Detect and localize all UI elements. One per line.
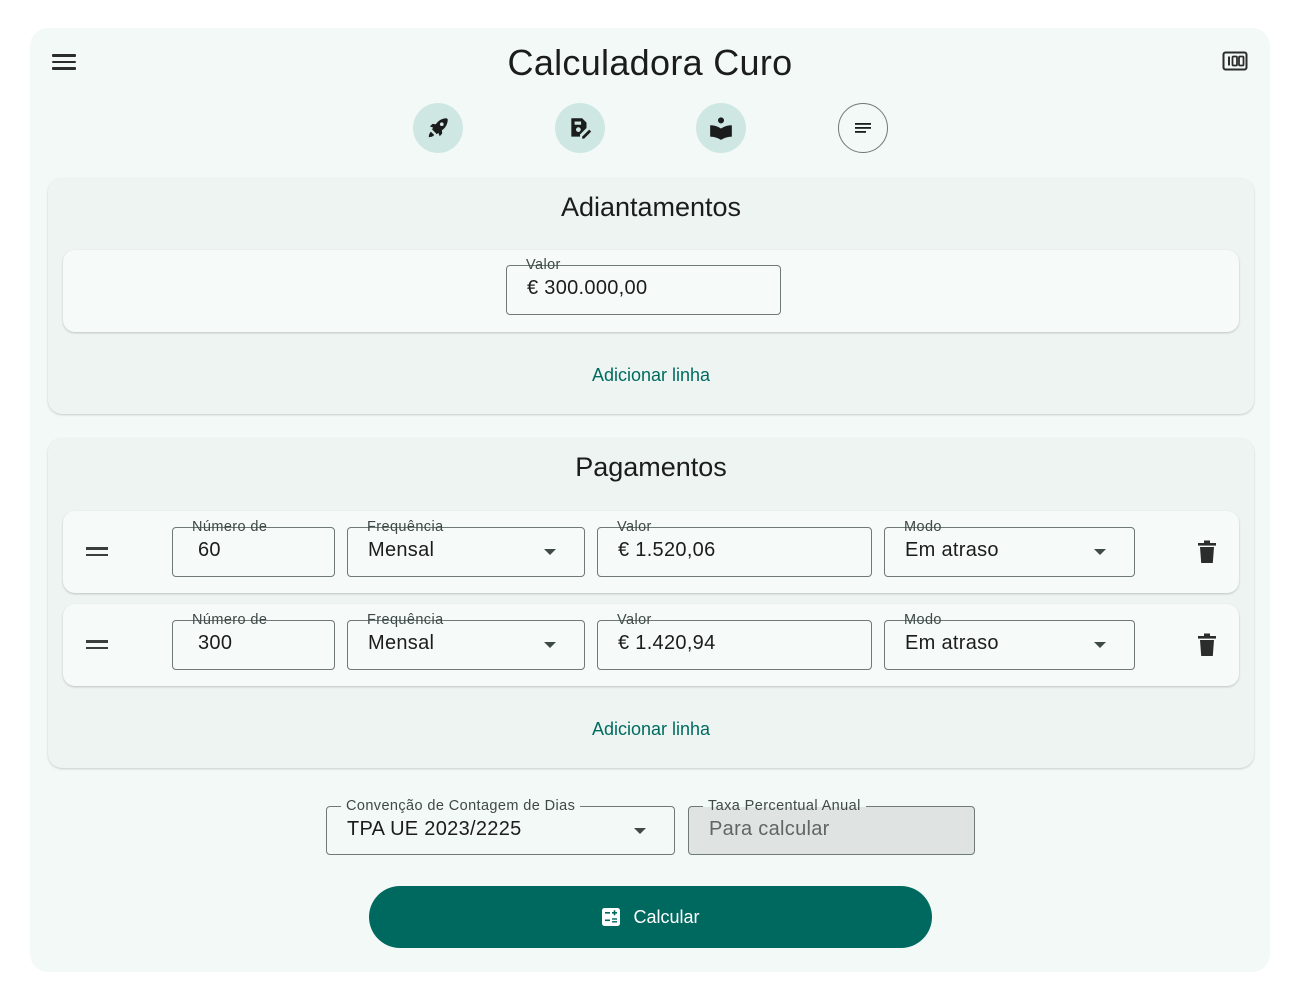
payment-mode: Em atraso xyxy=(905,632,999,654)
apr-value: Para calcular xyxy=(709,818,830,840)
advance-value-field[interactable]: Valor € 300.000,00 xyxy=(506,257,781,315)
payment-count: 60 xyxy=(198,539,221,561)
payment-count-field[interactable]: Número de 300 xyxy=(172,612,335,670)
rocket-icon[interactable] xyxy=(413,103,463,153)
chevron-down-icon xyxy=(1094,549,1106,555)
payment-count-field[interactable]: Número de 60 xyxy=(172,519,335,577)
payment-row: Número de 60 Frequência Mensal Valor € 1… xyxy=(63,511,1239,593)
delete-icon[interactable] xyxy=(1197,633,1217,657)
advances-title: Adiantamentos xyxy=(560,192,742,222)
day-count-label: Convenção de Contagem de Dias xyxy=(341,797,581,815)
calculate-label: Calcular xyxy=(633,906,700,927)
chevron-down-icon xyxy=(544,549,556,555)
advance-value: € 300.000,00 xyxy=(527,277,648,299)
counter-icon[interactable] xyxy=(1222,50,1248,72)
toolbar xyxy=(30,103,1270,155)
payment-mode-select[interactable]: Modo Em atraso xyxy=(884,612,1135,670)
day-count-select[interactable]: Convenção de Contagem de Dias TPA UE 202… xyxy=(326,797,675,855)
payments-title: Pagamentos xyxy=(575,452,727,482)
apr-field: Taxa Percentual Anual Para calcular xyxy=(688,797,975,855)
payment-value-field[interactable]: Valor € 1.520,06 xyxy=(597,519,872,577)
payment-mode-select[interactable]: Modo Em atraso xyxy=(884,519,1135,577)
delete-icon[interactable] xyxy=(1197,540,1217,564)
advances-card: Adiantamentos Valor € 300.000,00 Adicion… xyxy=(48,178,1254,414)
payment-value-field[interactable]: Valor € 1.420,94 xyxy=(597,612,872,670)
payment-value: € 1.420,94 xyxy=(618,632,716,654)
advance-row: Valor € 300.000,00 xyxy=(63,250,1239,332)
advances-add-line-link[interactable]: Adicionar linha xyxy=(48,365,1254,386)
chevron-down-icon xyxy=(634,828,646,834)
calculate-button[interactable]: Calcular xyxy=(369,886,932,948)
payment-count-label: Número de xyxy=(192,612,268,628)
payment-frequency-select[interactable]: Frequência Mensal xyxy=(347,612,585,670)
calculator-icon xyxy=(602,908,621,926)
advance-value-label: Valor xyxy=(526,257,561,273)
apr-label: Taxa Percentual Anual xyxy=(703,797,866,815)
payment-value: € 1.520,06 xyxy=(618,539,716,561)
payment-mode-label: Modo xyxy=(904,612,942,628)
reading-book-icon[interactable] xyxy=(696,103,746,153)
payment-count-label: Número de xyxy=(192,519,268,535)
payments-add-line-link[interactable]: Adicionar linha xyxy=(48,719,1254,740)
chevron-down-icon xyxy=(544,642,556,648)
payment-mode-label: Modo xyxy=(904,519,942,535)
payment-value-label: Valor xyxy=(617,519,652,535)
page-title: Calculadora Curo xyxy=(507,42,793,83)
drag-handle-icon[interactable] xyxy=(86,640,108,650)
day-count-value: TPA UE 2023/2225 xyxy=(347,818,522,840)
payment-row: Número de 300 Frequência Mensal Valor € … xyxy=(63,604,1239,686)
payment-frequency-label: Frequência xyxy=(367,612,444,628)
payment-frequency: Mensal xyxy=(368,539,435,561)
payment-value-label: Valor xyxy=(617,612,652,628)
payment-frequency: Mensal xyxy=(368,632,435,654)
payment-frequency-select[interactable]: Frequência Mensal xyxy=(347,519,585,577)
payment-frequency-label: Frequência xyxy=(367,519,444,535)
payment-mode: Em atraso xyxy=(905,539,999,561)
app-window: Calculadora Curo Adiantamentos Valor € 3… xyxy=(30,28,1270,972)
payments-card: Pagamentos Número de 60 Frequência Mensa… xyxy=(48,438,1254,768)
edit-document-icon[interactable] xyxy=(555,103,605,153)
chevron-down-icon xyxy=(1094,642,1106,648)
drag-handle-icon[interactable] xyxy=(86,547,108,557)
notes-icon[interactable] xyxy=(838,103,888,153)
payment-count: 300 xyxy=(198,632,233,654)
